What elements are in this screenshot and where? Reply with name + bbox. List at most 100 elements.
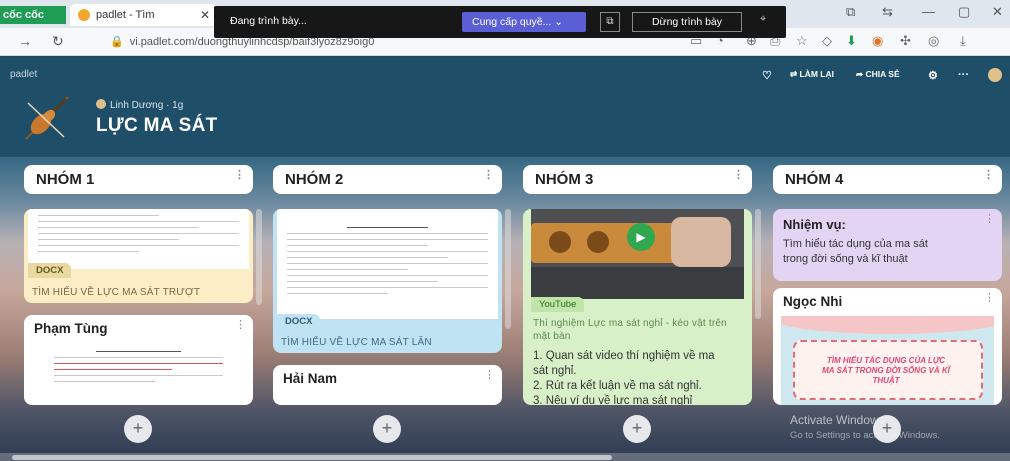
post-card-docx[interactable]: DOCX TÌM HIỂU VỀ LỰC MA SÁT TRƯỢT <box>24 209 253 303</box>
downloads-tray-icon[interactable]: ⤓ <box>960 33 966 49</box>
shield-icon[interactable]: ◇ <box>822 33 832 49</box>
post-menu-icon[interactable]: ⋮ <box>484 368 495 381</box>
browser-tab-padlet[interactable]: padlet - Tìm ✕ <box>70 4 218 26</box>
post-card-pham-tung[interactable]: Phạm Tùng ⋮ <box>24 315 253 405</box>
more-icon[interactable]: ··· <box>958 69 969 81</box>
user-avatar[interactable] <box>988 68 1002 82</box>
post-author-name: Ngọc Nhi <box>783 294 843 309</box>
column-header-nhom-1[interactable]: NHÓM 1 ⋮ <box>24 165 253 194</box>
post-body: Tìm hiểu tác dụng của ma sát trong đời s… <box>783 237 928 267</box>
post-caption: TÌM HIỂU VỀ LỰC MA SÁT TRƯỢT <box>32 287 201 298</box>
post-menu-icon[interactable]: ⋮ <box>984 291 995 304</box>
post-card-youtube[interactable]: ▶ YouTube Thí nghiệm Lực ma sát nghỉ - k… <box>523 209 752 405</box>
author-line: Linh Dương · 1g <box>96 99 183 111</box>
illustration-image: TÌM HIỂU TÁC DỤNG CỦA LỰC MA SÁT TRONG Đ… <box>781 316 994 405</box>
post-body-line: sát nghỉ. <box>533 365 577 377</box>
add-post-button[interactable]: + <box>373 415 401 443</box>
column-menu-icon[interactable]: ⋮ <box>733 161 744 190</box>
docx-badge: DOCX <box>277 314 321 329</box>
bookmark-icon[interactable]: ☆ <box>796 33 808 49</box>
padlet-favicon-icon <box>78 9 90 21</box>
document-preview <box>277 209 498 319</box>
post-card-hai-nam[interactable]: Hải Nam ⋮ <box>273 365 502 405</box>
video-thumbnail: ▶ <box>531 209 744 299</box>
violin-icon <box>25 96 69 140</box>
post-card-nhiem-vu[interactable]: Nhiệm vụ: ⋮ Tìm hiểu tác dụng của ma sát… <box>773 209 1002 281</box>
column-scrollbar[interactable] <box>256 209 262 305</box>
post-menu-icon[interactable]: ⋮ <box>235 318 246 331</box>
post-body-line: 2. Rút ra kết luận về ma sát nghỉ. <box>533 380 702 392</box>
post-body-line: trong đời sống và kĩ thuật <box>783 253 908 265</box>
browser-brand[interactable]: cốc cốc <box>0 6 66 24</box>
post-author-name: Phạm Tùng <box>34 321 108 336</box>
profile-icon[interactable]: ◎ <box>928 33 939 49</box>
tab-search-icon[interactable]: ⧉ <box>846 4 855 20</box>
tab-title: padlet - Tìm <box>96 9 155 21</box>
add-post-button[interactable]: + <box>623 415 651 443</box>
column-header-nhom-3[interactable]: NHÓM 3 ⋮ <box>523 165 752 194</box>
column-scrollbar[interactable] <box>505 209 511 329</box>
close-window-icon[interactable]: ✕ <box>992 4 1003 20</box>
post-author-name: Hải Nam <box>283 371 338 386</box>
column-header-nhom-2[interactable]: NHÓM 2 ⋮ <box>273 165 502 194</box>
post-menu-icon[interactable]: ⋮ <box>984 212 995 225</box>
hand-image <box>671 217 731 267</box>
column-title: NHÓM 2 <box>285 171 344 188</box>
column-title: NHÓM 1 <box>36 171 95 188</box>
pin-icon[interactable]: ⌖ <box>760 13 766 26</box>
provide-access-button[interactable]: Cung cấp quyề... ⌄ <box>462 12 586 32</box>
illustration-text: TÌM HIỂU TÁC DỤNG CỦA LỰC MA SÁT TRONG Đ… <box>822 356 950 385</box>
lock-icon: 🔒 <box>110 36 124 48</box>
post-card-ngoc-nhi[interactable]: Ngọc Nhi ⋮ TÌM HIỂU TÁC DỤNG CỦA LỰC MA … <box>773 288 1002 405</box>
post-card-docx[interactable]: DOCX TÌM HIỂU VỀ LỰC MA SÁT LĂN <box>273 209 502 353</box>
post-body-line: Tìm hiểu tác dụng của ma sát <box>783 238 928 250</box>
add-post-button[interactable]: + <box>124 415 152 443</box>
switch-share-icon[interactable]: ⧉ <box>600 12 620 32</box>
activate-windows-watermark: Activate Windows <box>790 413 885 427</box>
screen-share-bar: Đang trình bày... Cung cấp quyề... ⌄ ⧉ D… <box>214 6 786 38</box>
post-caption: TÌM HIỂU VỀ LỰC MA SÁT LĂN <box>281 337 432 348</box>
column-title: NHÓM 4 <box>785 171 844 188</box>
author-name: Linh Dương <box>110 100 164 111</box>
remake-button[interactable]: ⇄ LÀM LẠI <box>790 69 834 80</box>
tab-close-icon[interactable]: ✕ <box>200 4 210 26</box>
post-title: Nhiệm vụ: <box>783 217 846 232</box>
activate-windows-subtitle: Go to Settings to activate Windows. <box>790 430 940 441</box>
youtube-badge: YouTube <box>531 297 585 312</box>
post-body-line: 3. Nêu ví dụ về lực ma sát nghỉ <box>533 395 693 405</box>
minimize-icon[interactable]: — <box>922 4 935 19</box>
share-button[interactable]: ➦ CHIA SẺ <box>856 69 900 80</box>
back-icon[interactable]: → <box>18 33 32 49</box>
post-caption: Thí nghiệm Lực ma sát nghỉ - kéo vật trê… <box>533 318 727 342</box>
document-preview <box>28 209 249 269</box>
padlet-logo[interactable]: padlet <box>10 69 37 80</box>
horizontal-scrollbar-thumb[interactable] <box>12 455 612 460</box>
author-avatar <box>96 99 106 109</box>
reload-icon[interactable]: ↻ <box>52 33 64 50</box>
docx-badge: DOCX <box>28 263 72 278</box>
remake-label: LÀM LẠI <box>799 69 834 79</box>
column-menu-icon[interactable]: ⋮ <box>983 161 994 190</box>
extension-icon[interactable]: ◉ <box>872 33 883 49</box>
play-icon[interactable]: ▶ <box>627 223 655 251</box>
column-scrollbar[interactable] <box>755 209 761 319</box>
post-body-line: 1. Quan sát video thí nghiệm về ma <box>533 350 715 362</box>
column-menu-icon[interactable]: ⋮ <box>483 161 494 190</box>
document-lines <box>54 351 223 387</box>
post-age: · 1g <box>166 100 184 111</box>
page-title: LỰC MA SÁT <box>96 115 218 136</box>
post-body: 1. Quan sát video thí nghiệm về ma sát n… <box>533 349 715 405</box>
document-lines <box>38 215 239 257</box>
column-title: NHÓM 3 <box>535 171 594 188</box>
column-menu-icon[interactable]: ⋮ <box>234 161 245 190</box>
download-icon[interactable]: ⬇ <box>846 33 857 49</box>
maximize-icon[interactable]: ▢ <box>958 4 970 20</box>
sidebar-toggle-icon[interactable]: ⇆ <box>882 4 893 20</box>
puzzle-icon[interactable]: ✣ <box>900 33 911 49</box>
column-header-nhom-4[interactable]: NHÓM 4 ⋮ <box>773 165 1002 194</box>
settings-gear-icon[interactable]: ⚙ <box>928 69 938 82</box>
stop-presenting-button[interactable]: Dừng trình bày <box>632 12 742 32</box>
presenting-status: Đang trình bày... <box>230 15 307 27</box>
heart-icon[interactable]: ♡ <box>762 69 772 82</box>
document-lines <box>287 227 488 299</box>
